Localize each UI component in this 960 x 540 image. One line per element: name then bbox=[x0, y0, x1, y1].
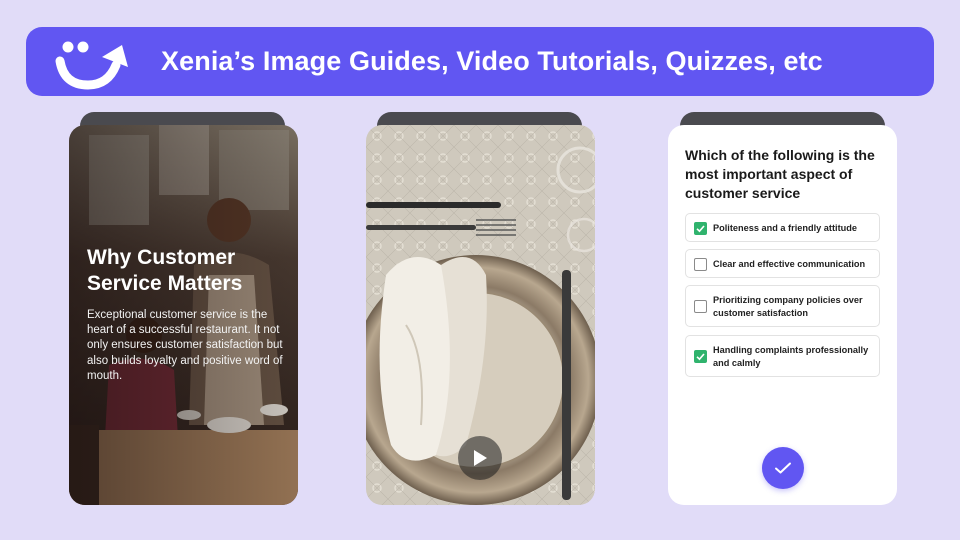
checkbox-checked[interactable] bbox=[694, 222, 707, 235]
checkbox-unchecked[interactable] bbox=[694, 300, 707, 313]
submit-button[interactable] bbox=[762, 447, 804, 489]
quiz-question: Which of the following is the most impor… bbox=[685, 147, 875, 201]
image-guide-card[interactable]: Why Customer Service Matters Exceptional… bbox=[69, 125, 298, 505]
quiz-option-label: Clear and effective communication bbox=[713, 259, 866, 269]
quiz-option-label: Handling complaints professionally and c… bbox=[713, 345, 869, 368]
checkbox-unchecked[interactable] bbox=[694, 258, 707, 271]
checkmark-icon bbox=[696, 353, 705, 361]
quiz-option[interactable]: Politeness and a friendly attitude bbox=[685, 213, 880, 242]
checkmark-icon bbox=[775, 462, 791, 474]
header-banner: Xenia’s Image Guides, Video Tutorials, Q… bbox=[26, 27, 934, 96]
guide-body: Exceptional customer service is the hear… bbox=[87, 309, 283, 382]
guide-title: Why Customer Service Matters bbox=[87, 246, 243, 295]
video-tutorial-card[interactable] bbox=[366, 125, 595, 505]
banner-title: Xenia’s Image Guides, Video Tutorials, Q… bbox=[161, 46, 823, 76]
quiz-option-label: Prioritizing company policies over custo… bbox=[713, 295, 863, 318]
quiz-option[interactable]: Handling complaints professionally and c… bbox=[685, 335, 880, 377]
play-icon bbox=[474, 450, 487, 466]
quiz-option[interactable]: Prioritizing company policies over custo… bbox=[685, 285, 880, 327]
checkbox-checked[interactable] bbox=[694, 350, 707, 363]
quiz-card: Which of the following is the most impor… bbox=[668, 125, 897, 505]
quiz-option[interactable]: Clear and effective communication bbox=[685, 249, 880, 278]
xenia-logo-icon bbox=[55, 41, 128, 90]
quiz-option-label: Politeness and a friendly attitude bbox=[713, 223, 857, 233]
play-button[interactable] bbox=[458, 436, 502, 480]
checkmark-icon bbox=[696, 225, 705, 233]
